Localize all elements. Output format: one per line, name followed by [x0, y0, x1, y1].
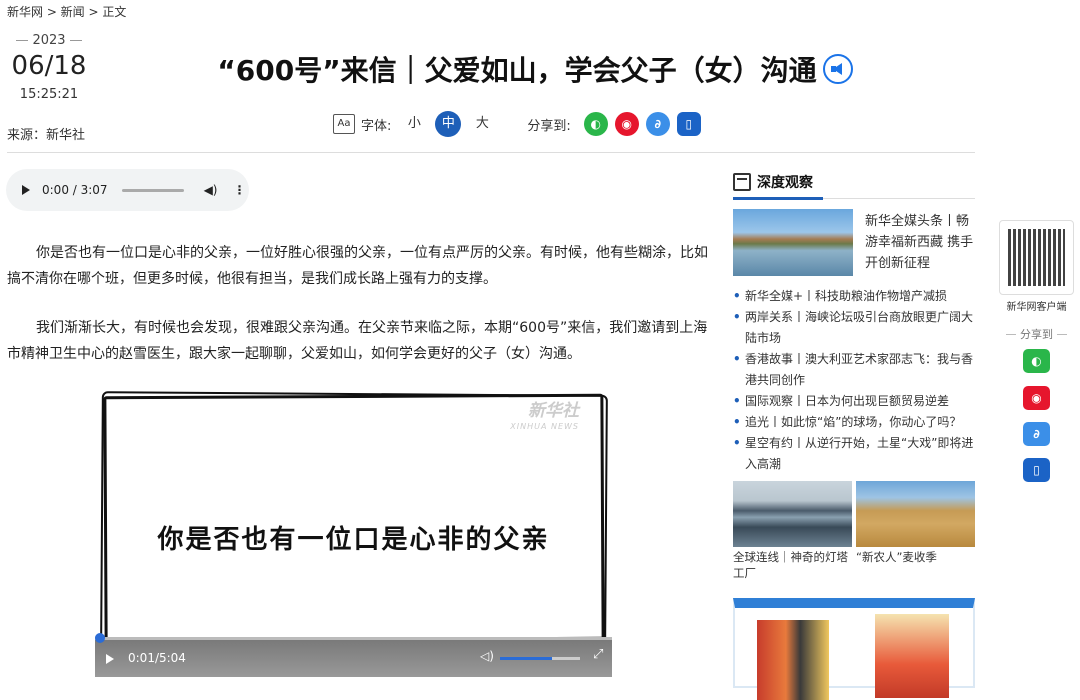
font-small-button[interactable]: 小	[401, 111, 427, 137]
sidebar-heading-text: 深度观察	[757, 175, 813, 191]
volume-icon[interactable]: ◀)	[204, 183, 218, 197]
fullscreen-icon[interactable]: ⤢	[593, 648, 605, 661]
audio-time: 0:00 / 3:07	[42, 183, 108, 197]
video-volume-slider[interactable]	[500, 657, 580, 660]
article-paragraph-1: 你是否也有一位口是心非的父亲，一位好胜心很强的父亲，一位有点严厉的父亲。有时候，…	[7, 245, 708, 287]
article-title: “600号”来信｜父爱如山，学会父子（女）沟通	[160, 49, 910, 89]
font-medium-button[interactable]: 中	[435, 111, 462, 137]
wechat-icon[interactable]: ◐	[1023, 349, 1050, 373]
book-advertisement[interactable]	[733, 598, 975, 700]
audio-progress-bar[interactable]	[121, 188, 184, 192]
link-icon[interactable]: ∂	[1023, 422, 1050, 446]
video-progress-bar[interactable]	[95, 633, 612, 643]
publish-time: 15:25:21	[19, 87, 79, 102]
more-options-icon[interactable]: ⋮	[234, 183, 246, 197]
share-label: 分享到:	[527, 118, 571, 134]
publish-year: 2023	[7, 33, 91, 48]
video-controls: 0:01/5:04 ◁) ⤢	[95, 633, 612, 677]
weibo-icon[interactable]: ◉	[1023, 386, 1050, 410]
video-play-icon[interactable]	[106, 654, 114, 664]
qr-label[interactable]: 新华网客户端	[994, 298, 1079, 313]
audio-player[interactable]: 0:00 / 3:07 ◀) ⋮	[6, 169, 249, 211]
watermark-text: 新华社	[528, 401, 579, 421]
article-toolbar: Aa 字体: 小 中 大 分享到: ◐ ◉ ∂ ▯	[333, 111, 701, 137]
list-item[interactable]: 追光丨如此惊“焰”的球场，你动心了吗？	[733, 412, 979, 433]
mobile-icon[interactable]: ▯	[1023, 458, 1050, 482]
video-volume-icon[interactable]: ◁)	[480, 649, 494, 663]
weibo-icon[interactable]: ◉	[614, 112, 639, 136]
play-icon[interactable]	[22, 185, 30, 195]
list-item[interactable]: 两岸关系丨海峡论坛吸引台商放眼更广阔大陆市场	[733, 307, 979, 349]
qr-code-pattern	[1008, 229, 1065, 286]
xinhua-watermark: 新华社 XINHUA NEWS	[510, 403, 579, 435]
image-caption-1[interactable]: 全球连线｜神奇的灯塔工厂	[733, 549, 852, 581]
sidebar-heading-underline	[733, 197, 823, 200]
featured-image-tibet[interactable]	[733, 209, 853, 276]
publish-date: 2023 06/18 15:25:21	[7, 33, 91, 102]
list-item[interactable]: 新华全媒+丨科技助粮油作物增产减损	[733, 286, 979, 307]
link-icon[interactable]: ∂	[645, 112, 670, 136]
wheat-harvest-image[interactable]	[856, 481, 975, 547]
featured-link[interactable]: 新华全媒头条丨畅游幸福新西藏 携手开创新征程	[865, 211, 977, 274]
font-size-label: 字体:	[361, 118, 392, 134]
list-item[interactable]: 国际观察丨日本为何出现巨额贸易逆差	[733, 391, 979, 412]
progress-handle[interactable]	[95, 633, 105, 643]
book-cover-2[interactable]	[875, 614, 949, 698]
divider	[7, 152, 975, 153]
right-share-text: 分享到	[1020, 328, 1053, 341]
video-volume-level	[500, 657, 552, 660]
qr-code	[999, 220, 1074, 295]
wechat-icon[interactable]: ◐	[583, 112, 608, 136]
read-aloud-speaker-icon[interactable]	[822, 54, 853, 84]
lighthouse-factory-image[interactable]	[733, 481, 852, 547]
breadcrumb[interactable]: 新华网 > 新闻 > 正文	[7, 3, 126, 20]
list-item[interactable]: 星空有约丨从逆行开始，土星“大戏”即将进入高潮	[733, 433, 979, 475]
sidebar-heading: 深度观察	[733, 172, 813, 192]
book-cover-1[interactable]	[757, 620, 829, 700]
sidebar-news-list: 新华全媒+丨科技助粮油作物增产减损 两岸关系丨海峡论坛吸引台商放眼更广阔大陆市场…	[733, 286, 979, 475]
article-source: 来源：新华社	[7, 128, 86, 143]
watermark-en: XINHUA NEWS	[510, 422, 579, 431]
publish-day: 06/18	[11, 51, 87, 81]
window-icon	[733, 173, 751, 191]
right-share-label: 分享到	[994, 326, 1079, 342]
image-caption-2[interactable]: “新农人”麦收季	[856, 549, 975, 565]
video-time: 0:01/5:04	[128, 651, 186, 665]
article-title-text: “600号”来信｜父爱如山，学会父子（女）沟通	[217, 54, 817, 87]
video-subtitle: 你是否也有一位口是心非的父亲	[157, 525, 550, 555]
mobile-icon[interactable]: ▯	[676, 112, 701, 136]
font-size-icon: Aa	[333, 114, 355, 134]
font-large-button[interactable]: 大	[469, 111, 495, 137]
article-paragraph-2: 我们渐渐长大，有时候也会发现，很难跟父亲沟通。在父亲节来临之际，本期“600号”…	[7, 320, 708, 362]
video-player[interactable]: 新华社 XINHUA NEWS 你是否也有一位口是心非的父亲 0:01/5:04 …	[95, 387, 612, 677]
list-item[interactable]: 香港故事丨澳大利亚艺术家邵志飞：我与香港共同创作	[733, 349, 979, 391]
